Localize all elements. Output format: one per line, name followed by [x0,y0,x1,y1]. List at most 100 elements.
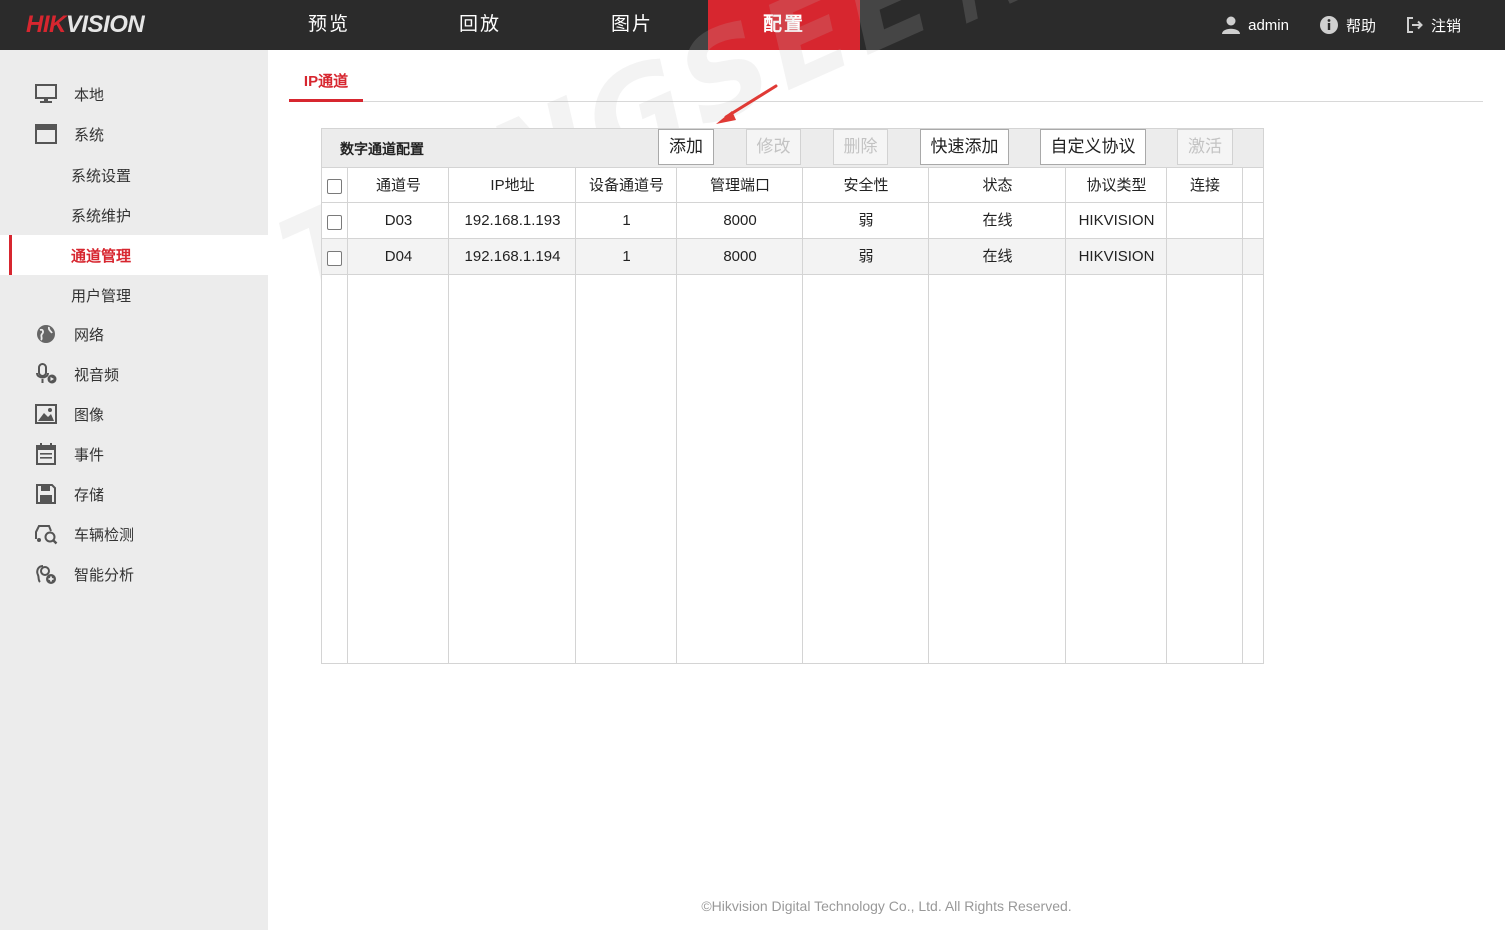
sidebar-subitem-label: 用户管理 [71,287,132,305]
logout-icon [1406,17,1423,33]
digital-channel-panel: 数字通道配置 添加 修改 删除 快速添加 自定义协议 激活 通道号 IP地址 设… [321,128,1264,664]
nav-configuration[interactable]: 配置 [708,0,860,50]
sidebar-item-label: 智能分析 [74,566,135,584]
channel-no-cell: D03 [384,212,413,229]
info-icon [1319,16,1338,34]
main-nav: 预览 回放 图片 配置 [254,0,860,50]
select-all-checkbox[interactable] [327,179,342,194]
column-header: 管理端口 [709,177,770,194]
row-checkbox[interactable] [327,215,342,230]
status-cell: 在线 [982,212,1013,229]
channel-toolbar: 数字通道配置 添加 修改 删除 快速添加 自定义协议 激活 [322,129,1263,167]
help-button[interactable]: 帮助 [1319,15,1376,36]
column-header: 状态 [982,177,1013,194]
tab-ip-channel[interactable]: IP通道 [289,60,363,102]
table-header: 通道号 IP地址 设备通道号 管理端口 安全性 状态 协议类型 连接 [322,167,1263,203]
device-channel-cell: 1 [622,212,631,229]
smart-analysis-icon [36,565,56,584]
connection-cell [1167,203,1243,239]
sidebar-item-label: 本地 [74,86,105,104]
sidebar-subitem-label: 通道管理 [71,247,132,265]
sidebar-item-label: 存储 [74,486,105,504]
monitor-icon [35,84,57,103]
column-header: 通道号 [375,177,421,194]
vehicle-search-icon [35,525,58,545]
sidebar-subitem-channel-management[interactable]: 通道管理 [0,235,268,275]
sidebar-subitem-system-maintenance[interactable]: 系统维护 [0,195,268,235]
column-divider [676,167,677,663]
user-icon [1222,16,1241,34]
username-label: admin [1248,16,1289,34]
sidebar-item-network[interactable]: 网络 [0,314,268,354]
security-cell: 弱 [858,248,874,265]
sidebar-item-storage[interactable]: 存储 [0,474,268,514]
sidebar-item-label: 视音频 [74,366,120,384]
column-header: 协议类型 [1086,177,1147,194]
delete-button[interactable]: 删除 [833,129,888,165]
ip-address-cell: 192.168.1.194 [464,248,561,265]
column-divider [1065,167,1066,663]
ip-address-cell: 192.168.1.193 [464,212,561,229]
column-divider [1242,167,1243,663]
sidebar-subitem-user-management[interactable]: 用户管理 [0,275,268,315]
logout-label: 注销 [1430,17,1461,35]
column-header: 设备通道号 [588,177,664,194]
sidebar-item-system[interactable]: 系统 [0,114,268,154]
column-divider [1166,167,1167,663]
window-icon [35,124,57,144]
channel-no-cell: D04 [384,248,413,265]
sidebar-item-image[interactable]: 图像 [0,394,268,434]
sidebar-item-video-audio[interactable]: 视音频 [0,354,268,394]
sidebar-item-label: 图像 [74,406,105,424]
table-row[interactable]: D03 192.168.1.193 1 8000 弱 在线 HIKVISION [322,203,1263,239]
copyright-footer: ©Hikvision Digital Technology Co., Ltd. … [701,898,1072,914]
sidebar-item-event[interactable]: 事件 [0,434,268,474]
logout-button[interactable]: 注销 [1406,15,1461,36]
column-divider [448,167,449,663]
activate-button[interactable]: 激活 [1177,129,1233,165]
user-toolbar: admin 帮助 注销 [1221,0,1461,50]
quick-add-button[interactable]: 快速添加 [920,129,1009,165]
row-checkbox[interactable] [327,251,342,266]
nav-preview[interactable]: 预览 [254,0,404,50]
add-button[interactable]: 添加 [658,129,714,165]
floppy-icon [36,484,56,504]
user-menu[interactable]: admin [1221,15,1289,35]
column-header: 安全性 [843,177,889,194]
protocol-cell: HIKVISION [1078,248,1155,265]
sidebar-item-smart-analysis[interactable]: 智能分析 [0,554,268,594]
status-cell: 在线 [982,248,1013,265]
custom-protocol-button[interactable]: 自定义协议 [1040,129,1146,165]
column-divider [928,167,929,663]
sidebar-subitem-label: 系统维护 [71,207,132,225]
connection-cell [1167,239,1243,275]
protocol-cell: HIKVISION [1078,212,1155,229]
nav-playback[interactable]: 回放 [404,0,556,50]
sidebar-subitem-system-settings[interactable]: 系统设置 [0,155,268,195]
tab-bar: IP通道 [289,60,1483,102]
sidebar-item-label: 系统 [74,126,105,144]
column-divider [802,167,803,663]
column-header: IP地址 [490,177,535,194]
nav-picture[interactable]: 图片 [556,0,708,50]
sidebar-item-label: 车辆检测 [74,526,135,544]
globe-icon [37,325,55,343]
management-port-cell: 8000 [723,248,757,265]
sidebar: 本地 系统 系统设置 系统维护 通道管理 用户管理 网络 视音频 图像 事件 存… [0,50,268,930]
management-port-cell: 8000 [723,212,757,229]
hikvision-logo: HIKVISION [26,11,145,38]
sidebar-item-label: 事件 [74,446,105,464]
column-divider [347,167,348,663]
sidebar-subitem-label: 系统设置 [71,167,132,185]
help-label: 帮助 [1345,17,1376,35]
modify-button[interactable]: 修改 [746,129,801,165]
sidebar-item-local[interactable]: 本地 [0,74,268,114]
table-row[interactable]: D04 192.168.1.194 1 8000 弱 在线 HIKVISION [322,239,1263,275]
sidebar-item-vehicle-detection[interactable]: 车辆检测 [0,514,268,554]
image-icon [35,404,57,424]
calendar-icon [36,443,56,465]
column-divider [575,167,576,663]
sidebar-item-label: 网络 [74,326,105,344]
device-channel-cell: 1 [622,248,631,265]
security-cell: 弱 [858,212,874,229]
